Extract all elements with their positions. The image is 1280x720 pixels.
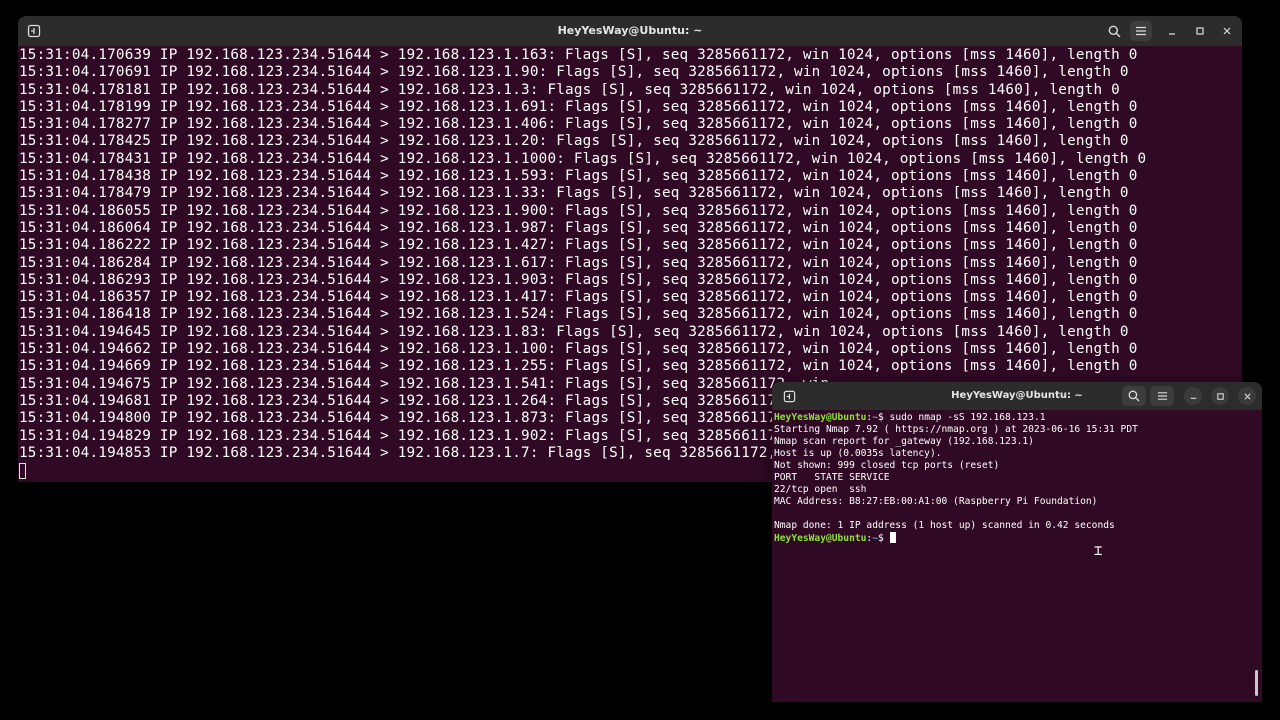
search-button[interactable] bbox=[1122, 386, 1146, 406]
prompt-user: HeyYesWay@Ubuntu bbox=[774, 412, 867, 423]
terminal-body[interactable]: HeyYesWay@Ubuntu:~$ sudo nmap -sS 192.16… bbox=[772, 410, 1262, 702]
menu-button[interactable] bbox=[1150, 386, 1174, 406]
output-line: 15:31:04.194645 IP 192.168.123.234.51644… bbox=[19, 323, 1129, 340]
nmap-output: HeyYesWay@Ubuntu:~$ sudo nmap -sS 192.16… bbox=[774, 412, 1138, 545]
output-line: Nmap scan report for _gateway (192.168.1… bbox=[774, 436, 1034, 447]
nmap-result-lines: Starting Nmap 7.92 ( https://nmap.org ) … bbox=[774, 424, 1138, 531]
terminal-cursor bbox=[19, 463, 26, 479]
close-icon bbox=[1223, 27, 1231, 35]
prompt-user: HeyYesWay@Ubuntu bbox=[774, 533, 867, 544]
close-icon bbox=[1243, 392, 1251, 400]
output-line: Starting Nmap 7.92 ( https://nmap.org ) … bbox=[774, 424, 1138, 435]
output-line: Host is up (0.0035s latency). bbox=[774, 448, 942, 459]
output-line: 15:31:04.178181 IP 192.168.123.234.51644… bbox=[19, 81, 1120, 98]
terminal-cursor bbox=[889, 532, 896, 543]
output-line: 15:31:04.178438 IP 192.168.123.234.51644… bbox=[19, 168, 1138, 185]
title-bar[interactable]: HeyYesWay@Ubuntu: ~ bbox=[772, 382, 1262, 410]
hamburger-menu-icon bbox=[1136, 26, 1146, 36]
maximize-button[interactable] bbox=[1191, 22, 1209, 40]
prompt-symbol: $ bbox=[877, 533, 884, 544]
title-bar[interactable]: HeyYesWay@Ubuntu: ~ bbox=[18, 16, 1242, 46]
output-line: 15:31:04.178199 IP 192.168.123.234.51644… bbox=[19, 98, 1138, 115]
window-title: HeyYesWay@Ubuntu: ~ bbox=[557, 24, 703, 37]
hamburger-menu-icon bbox=[1157, 392, 1167, 400]
close-button[interactable] bbox=[1218, 22, 1236, 40]
menu-button[interactable] bbox=[1130, 21, 1152, 41]
output-line: Nmap done: 1 IP address (1 host up) scan… bbox=[774, 520, 1115, 531]
output-line: 15:31:04.186222 IP 192.168.123.234.51644… bbox=[19, 237, 1138, 254]
terminal-window-nmap[interactable]: HeyYesWay@Ubuntu: ~ HeyYesWay@Ubuntu:~$ … bbox=[772, 382, 1262, 702]
search-icon bbox=[1108, 25, 1120, 37]
output-line: 15:31:04.170691 IP 192.168.123.234.51644… bbox=[19, 64, 1129, 81]
output-line: 15:31:04.194669 IP 192.168.123.234.51644… bbox=[19, 358, 1138, 375]
close-button[interactable] bbox=[1238, 387, 1256, 405]
output-line: MAC Address: B8:27:EB:00:A1:00 (Raspberr… bbox=[774, 496, 1098, 507]
minimize-icon bbox=[1190, 397, 1196, 399]
output-line: 15:31:04.178277 IP 192.168.123.234.51644… bbox=[19, 116, 1138, 133]
search-button[interactable] bbox=[1103, 21, 1125, 41]
output-line: 15:31:04.186284 IP 192.168.123.234.51644… bbox=[19, 254, 1138, 271]
output-line: 22/tcp open ssh bbox=[774, 484, 867, 495]
scrollbar[interactable] bbox=[1255, 670, 1258, 696]
output-line: 15:31:04.194662 IP 192.168.123.234.51644… bbox=[19, 341, 1138, 358]
search-icon bbox=[1128, 390, 1140, 402]
minimize-icon bbox=[1169, 33, 1175, 35]
maximize-icon bbox=[1196, 27, 1204, 35]
output-line: 15:31:04.178479 IP 192.168.123.234.51644… bbox=[19, 185, 1129, 202]
output-line: Not shown: 999 closed tcp ports (reset) bbox=[774, 460, 1000, 471]
command-text: sudo nmap -sS 192.168.123.1 bbox=[883, 412, 1046, 423]
output-line: 15:31:04.186055 IP 192.168.123.234.51644… bbox=[19, 202, 1138, 219]
text-cursor-icon: ⌶ bbox=[1094, 543, 1103, 559]
minimize-button[interactable] bbox=[1184, 387, 1202, 405]
maximize-icon bbox=[1216, 392, 1224, 400]
output-line: 15:31:04.178425 IP 192.168.123.234.51644… bbox=[19, 133, 1129, 150]
output-line: 15:31:04.170639 IP 192.168.123.234.51644… bbox=[19, 47, 1138, 63]
output-line: 15:31:04.186357 IP 192.168.123.234.51644… bbox=[19, 289, 1138, 306]
minimize-button[interactable] bbox=[1163, 22, 1181, 40]
maximize-button[interactable] bbox=[1211, 387, 1229, 405]
output-line: 15:31:04.186064 IP 192.168.123.234.51644… bbox=[19, 219, 1138, 236]
output-line: 15:31:04.186418 IP 192.168.123.234.51644… bbox=[19, 306, 1138, 323]
output-line: 15:31:04.178431 IP 192.168.123.234.51644… bbox=[19, 150, 1147, 167]
output-line: 15:31:04.186293 IP 192.168.123.234.51644… bbox=[19, 271, 1138, 288]
output-line: PORT STATE SERVICE bbox=[774, 472, 890, 483]
